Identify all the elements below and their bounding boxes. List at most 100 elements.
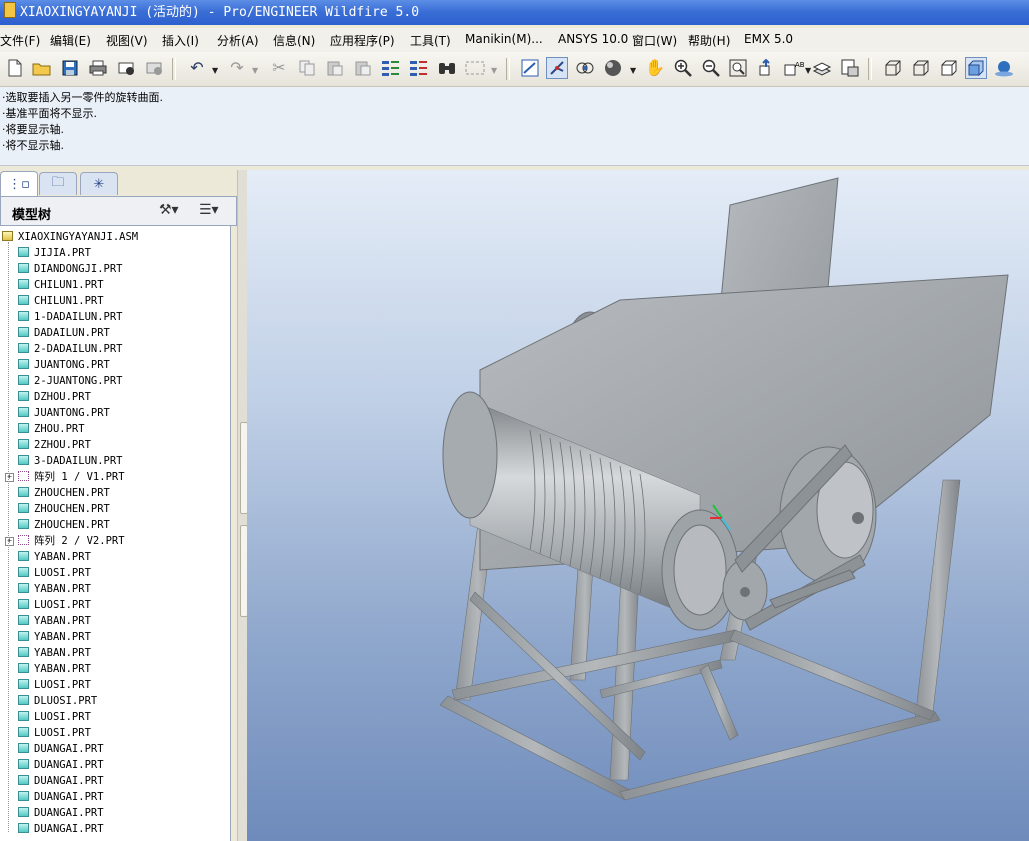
tree-item[interactable]: YABAN.PRT — [2, 581, 91, 597]
tree-item[interactable]: ZHOUCHEN.PRT — [2, 517, 110, 533]
menu-info[interactable]: 信息(N) — [273, 32, 315, 49]
tree-item[interactable]: + 阵列 2 / V2.PRT — [2, 533, 125, 549]
menu-insert[interactable]: 插入(I) — [162, 32, 199, 49]
tree-item[interactable]: YABAN.PRT — [2, 661, 91, 677]
tree-show-icon[interactable]: ☰▾ — [199, 202, 219, 218]
tree-item[interactable]: 2-DADAILUN.PRT — [2, 341, 123, 357]
tree-item[interactable]: DLUOSI.PRT — [2, 693, 97, 709]
regenerate-icon[interactable] — [380, 57, 402, 79]
graphics-viewport[interactable] — [247, 170, 1029, 841]
tree-item[interactable]: CHILUN1.PRT — [2, 277, 104, 293]
tree-item[interactable]: DADAILUN.PRT — [2, 325, 110, 341]
zoom-in-icon[interactable] — [672, 57, 694, 79]
expand-icon[interactable]: + — [5, 473, 14, 482]
menu-window[interactable]: 窗口(W) — [632, 32, 677, 49]
tree-item[interactable]: 2-JUANTONG.PRT — [2, 373, 123, 389]
tree-item[interactable]: DUANGAI.PRT — [2, 773, 104, 789]
find-icon[interactable] — [436, 57, 458, 79]
menu-file[interactable]: 文件(F) — [0, 32, 40, 49]
tree-root[interactable]: XIAOXINGYAYANJI.ASM — [2, 229, 138, 245]
menu-help[interactable]: 帮助(H) — [688, 32, 730, 49]
select-box-icon[interactable] — [462, 57, 488, 79]
save-icon[interactable] — [59, 57, 81, 79]
tree-settings-icon[interactable]: ⚒▾ — [159, 202, 179, 218]
appearance-dropdown-icon[interactable]: ▼ — [630, 66, 636, 75]
saved-views-icon[interactable]: AB — [783, 57, 805, 79]
tree-item[interactable]: DUANGAI.PRT — [2, 741, 104, 757]
menu-view[interactable]: 视图(V) — [106, 32, 148, 49]
layers-icon[interactable] — [811, 57, 833, 79]
spin-center-icon[interactable] — [546, 57, 568, 79]
tree-item[interactable]: JIJIA.PRT — [2, 245, 91, 261]
tree-item[interactable]: LUOSI.PRT — [2, 565, 91, 581]
tree-item[interactable]: LUOSI.PRT — [2, 709, 91, 725]
menu-edit[interactable]: 编辑(E) — [50, 32, 91, 49]
tree-item[interactable]: DZHOU.PRT — [2, 389, 91, 405]
undo-dropdown-icon[interactable]: ▼ — [212, 66, 218, 75]
tree-item[interactable]: 1-DADAILUN.PRT — [2, 309, 123, 325]
orient-mode-icon[interactable] — [574, 57, 596, 79]
tree-item-label: JUANTONG.PRT — [34, 359, 110, 371]
zoom-out-icon[interactable] — [700, 57, 722, 79]
select-dropdown-icon[interactable]: ▼ — [491, 66, 497, 75]
tree-item[interactable]: 3-DADAILUN.PRT — [2, 453, 123, 469]
new-icon[interactable] — [4, 57, 26, 79]
menu-emx[interactable]: EMX 5.0 — [744, 32, 793, 46]
copy-icon[interactable] — [296, 57, 318, 79]
tree-item[interactable]: DUANGAI.PRT — [2, 789, 104, 805]
redo-icon[interactable]: ↷ — [226, 57, 248, 79]
tree-item[interactable]: JUANTONG.PRT — [2, 357, 110, 373]
navigator-tabs: ⋮▫ 🗀 ✳ — [0, 170, 240, 196]
regen-manager-icon[interactable] — [408, 57, 430, 79]
tree-item[interactable]: + 阵列 1 / V1.PRT — [2, 469, 125, 485]
enhanced-realism-icon[interactable] — [993, 57, 1015, 79]
tab-favorites[interactable]: ✳ — [80, 172, 118, 195]
tab-folder-browser[interactable]: 🗀 — [39, 172, 77, 195]
menu-manikin[interactable]: Manikin(M)... — [465, 32, 543, 46]
tree-item[interactable]: ZHOU.PRT — [2, 421, 85, 437]
redo-dropdown-icon[interactable]: ▼ — [252, 66, 258, 75]
appearance-icon[interactable] — [602, 57, 624, 79]
view-manager-icon[interactable] — [839, 57, 861, 79]
paste-special-icon[interactable] — [352, 57, 374, 79]
expand-icon[interactable]: + — [5, 537, 14, 546]
paste-icon[interactable] — [324, 57, 346, 79]
pan-icon[interactable]: ✋ — [644, 57, 666, 79]
reorient-icon[interactable] — [755, 57, 777, 79]
menu-ansys[interactable]: ANSYS 10.0 — [558, 32, 628, 46]
wireframe-icon[interactable] — [882, 57, 904, 79]
tab-model-tree[interactable]: ⋮▫ — [0, 171, 38, 196]
tree-item[interactable]: LUOSI.PRT — [2, 725, 91, 741]
repaint-icon[interactable] — [519, 57, 541, 79]
tree-item[interactable]: JUANTONG.PRT — [2, 405, 110, 421]
tree-item[interactable]: DIANDONGJI.PRT — [2, 261, 123, 277]
tree-item[interactable]: ZHOUCHEN.PRT — [2, 485, 110, 501]
email-link-icon[interactable] — [143, 57, 165, 79]
hidden-line-icon[interactable] — [910, 57, 932, 79]
menu-tools[interactable]: 工具(T) — [410, 32, 451, 49]
print-icon[interactable] — [87, 57, 109, 79]
tree-item[interactable]: DUANGAI.PRT — [2, 805, 104, 821]
tree-item[interactable]: YABAN.PRT — [2, 613, 91, 629]
email-icon[interactable] — [115, 57, 137, 79]
tree-item[interactable]: YABAN.PRT — [2, 549, 91, 565]
undo-icon[interactable]: ↶ — [186, 57, 208, 79]
cut-icon[interactable]: ✂ — [268, 57, 290, 79]
tree-item[interactable]: LUOSI.PRT — [2, 677, 91, 693]
no-hidden-icon[interactable] — [938, 57, 960, 79]
menu-analysis[interactable]: 分析(A) — [217, 32, 259, 49]
tree-item[interactable]: YABAN.PRT — [2, 645, 91, 661]
tree-item[interactable]: DUANGAI.PRT — [2, 757, 104, 773]
app-icon — [4, 2, 16, 18]
refit-icon[interactable] — [727, 57, 749, 79]
tree-item[interactable]: LUOSI.PRT — [2, 597, 91, 613]
open-icon[interactable] — [31, 57, 53, 79]
menu-applications[interactable]: 应用程序(P) — [330, 32, 395, 49]
tree-item[interactable]: CHILUN1.PRT — [2, 293, 104, 309]
tree-item[interactable]: DUANGAI.PRT — [2, 821, 104, 837]
shading-icon[interactable] — [965, 57, 987, 79]
pattern-icon — [18, 471, 29, 481]
tree-item[interactable]: YABAN.PRT — [2, 629, 91, 645]
tree-item[interactable]: 2ZHOU.PRT — [2, 437, 91, 453]
tree-item[interactable]: ZHOUCHEN.PRT — [2, 501, 110, 517]
